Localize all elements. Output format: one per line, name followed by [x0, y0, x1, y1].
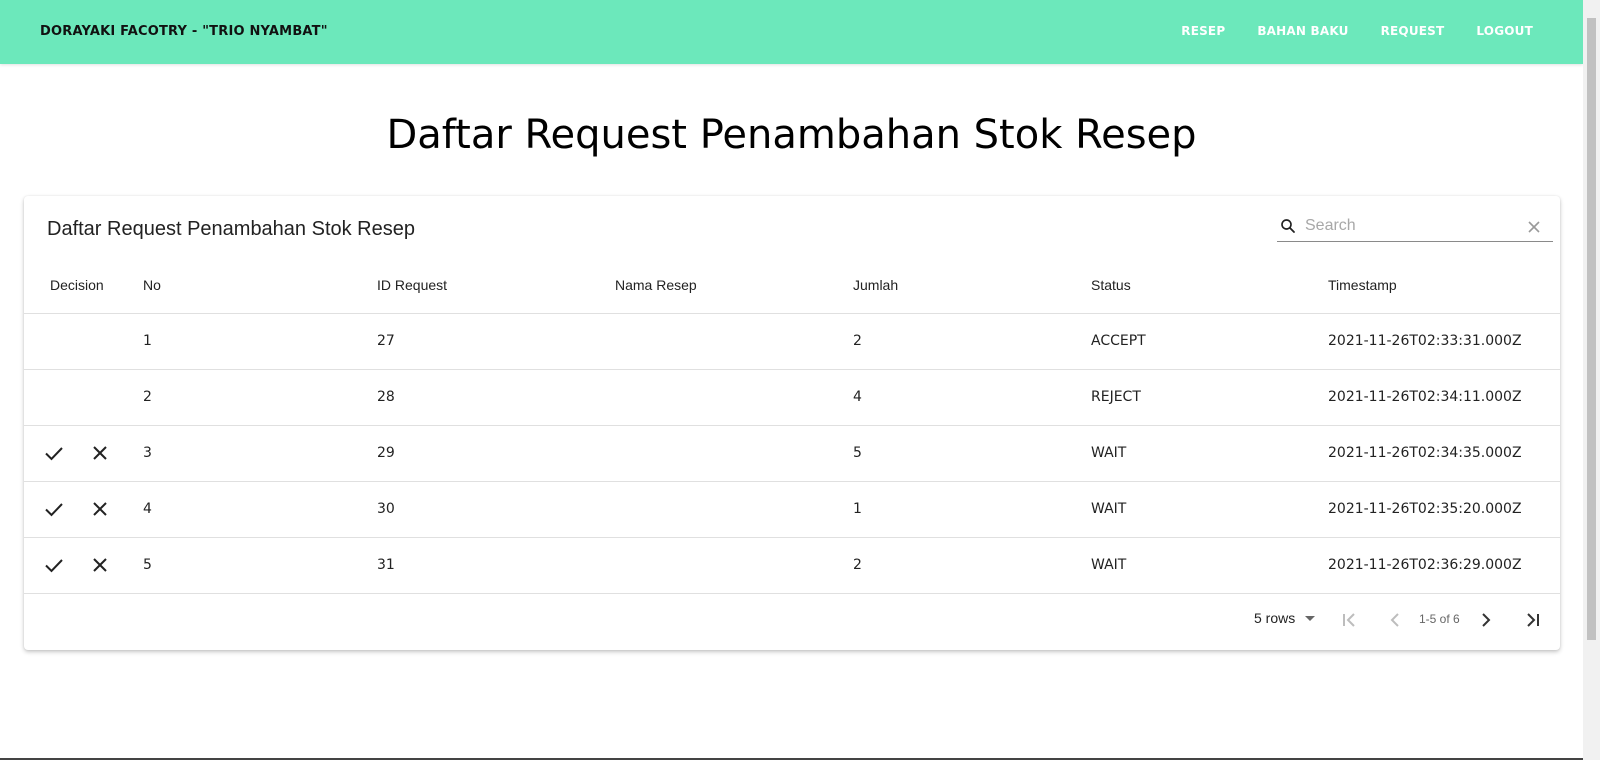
cell-nama-resep: [615, 537, 853, 594]
cell-decision: [24, 481, 143, 538]
cell-timestamp: 2021-11-26T02:34:35.000Z: [1328, 425, 1560, 482]
cell-no: 4: [143, 481, 377, 538]
column-header-jumlah[interactable]: Jumlah: [853, 258, 1091, 314]
reject-close-icon[interactable]: [88, 441, 112, 465]
cell-nama-resep: [615, 313, 853, 370]
cell-status: ACCEPT: [1091, 313, 1328, 370]
scrollbar-thumb[interactable]: [1587, 18, 1596, 640]
cell-id-request: 30: [377, 481, 615, 538]
column-header-id-request[interactable]: ID Request: [377, 258, 615, 314]
cell-jumlah: 4: [853, 369, 1091, 426]
next-page-icon[interactable]: [1474, 608, 1498, 632]
cell-timestamp: 2021-11-26T02:33:31.000Z: [1328, 313, 1560, 370]
pagination-info: 1-5 of 6: [1419, 612, 1460, 626]
rows-per-page-select[interactable]: 5 rows: [1254, 610, 1316, 626]
last-page-icon[interactable]: [1521, 608, 1545, 632]
request-table: Decision No ID Request Nama Resep Jumlah…: [24, 258, 1560, 594]
cell-no: 1: [143, 313, 377, 370]
cell-jumlah: 2: [853, 313, 1091, 370]
reject-close-icon[interactable]: [88, 497, 112, 521]
cell-jumlah: 5: [853, 425, 1091, 482]
page-scrollbar[interactable]: [1583, 0, 1600, 760]
nav-request[interactable]: REQUEST: [1381, 24, 1445, 38]
search-field[interactable]: [1277, 212, 1553, 242]
request-table-card: Daftar Request Penambahan Stok Resep Dec…: [24, 196, 1560, 650]
table-row: 5 31 2 WAIT 2021-11-26T02:36:29.000Z: [24, 537, 1560, 594]
column-header-decision[interactable]: Decision: [24, 258, 143, 314]
cell-decision: [24, 313, 143, 370]
cell-decision: [24, 369, 143, 426]
table-header-row: Decision No ID Request Nama Resep Jumlah…: [24, 258, 1560, 314]
cell-status: WAIT: [1091, 425, 1328, 482]
cell-nama-resep: [615, 481, 853, 538]
column-header-timestamp[interactable]: Timestamp: [1328, 258, 1560, 314]
table-title: Daftar Request Penambahan Stok Resep: [47, 218, 415, 240]
table-row: 2 28 4 REJECT 2021-11-26T02:34:11.000Z: [24, 369, 1560, 426]
cell-id-request: 31: [377, 537, 615, 594]
table-row: 1 27 2 ACCEPT 2021-11-26T02:33:31.000Z: [24, 313, 1560, 370]
table-row: 4 30 1 WAIT 2021-11-26T02:35:20.000Z: [24, 481, 1560, 538]
nav-logout[interactable]: LOGOUT: [1476, 24, 1533, 38]
nav-bahan-baku[interactable]: BAHAN BAKU: [1257, 24, 1348, 38]
reject-close-icon[interactable]: [88, 553, 112, 577]
accept-check-icon[interactable]: [42, 441, 66, 465]
cell-no: 5: [143, 537, 377, 594]
pagination-footer: 5 rows 1-5 of 6: [24, 596, 1560, 648]
cell-no: 3: [143, 425, 377, 482]
cell-id-request: 27: [377, 313, 615, 370]
accept-check-icon[interactable]: [42, 497, 66, 521]
accept-check-icon[interactable]: [42, 553, 66, 577]
cell-timestamp: 2021-11-26T02:35:20.000Z: [1328, 481, 1560, 538]
dropdown-caret-icon: [1305, 615, 1316, 621]
nav-resep[interactable]: RESEP: [1181, 24, 1225, 38]
cell-status: WAIT: [1091, 537, 1328, 594]
cell-nama-resep: [615, 369, 853, 426]
brand-title: DORAYAKI FACOTRY - "TRIO NYAMBAT": [40, 24, 328, 39]
column-header-nama-resep[interactable]: Nama Resep: [615, 258, 853, 314]
table-row: 3 29 5 WAIT 2021-11-26T02:34:35.000Z: [24, 425, 1560, 482]
column-header-no[interactable]: No: [143, 258, 377, 314]
cell-jumlah: 2: [853, 537, 1091, 594]
cell-no: 2: [143, 369, 377, 426]
cell-timestamp: 2021-11-26T02:34:11.000Z: [1328, 369, 1560, 426]
cell-id-request: 28: [377, 369, 615, 426]
cell-nama-resep: [615, 425, 853, 482]
cell-decision: [24, 537, 143, 594]
cell-status: WAIT: [1091, 481, 1328, 538]
navbar: DORAYAKI FACOTRY - "TRIO NYAMBAT" RESEP …: [0, 0, 1583, 64]
search-icon: [1281, 219, 1295, 233]
cell-id-request: 29: [377, 425, 615, 482]
nav-links: RESEP BAHAN BAKU REQUEST LOGOUT: [1181, 24, 1533, 38]
rows-per-page-label: 5 rows: [1254, 610, 1296, 626]
cell-jumlah: 1: [853, 481, 1091, 538]
clear-search-icon[interactable]: [1527, 220, 1541, 234]
first-page-icon[interactable]: [1337, 608, 1361, 632]
column-header-status[interactable]: Status: [1091, 258, 1328, 314]
page-title: Daftar Request Penambahan Stok Resep: [386, 112, 1197, 158]
cell-decision: [24, 425, 143, 482]
cell-status: REJECT: [1091, 369, 1328, 426]
cell-timestamp: 2021-11-26T02:36:29.000Z: [1328, 537, 1560, 594]
search-input[interactable]: [1305, 214, 1515, 238]
previous-page-icon[interactable]: [1383, 608, 1407, 632]
